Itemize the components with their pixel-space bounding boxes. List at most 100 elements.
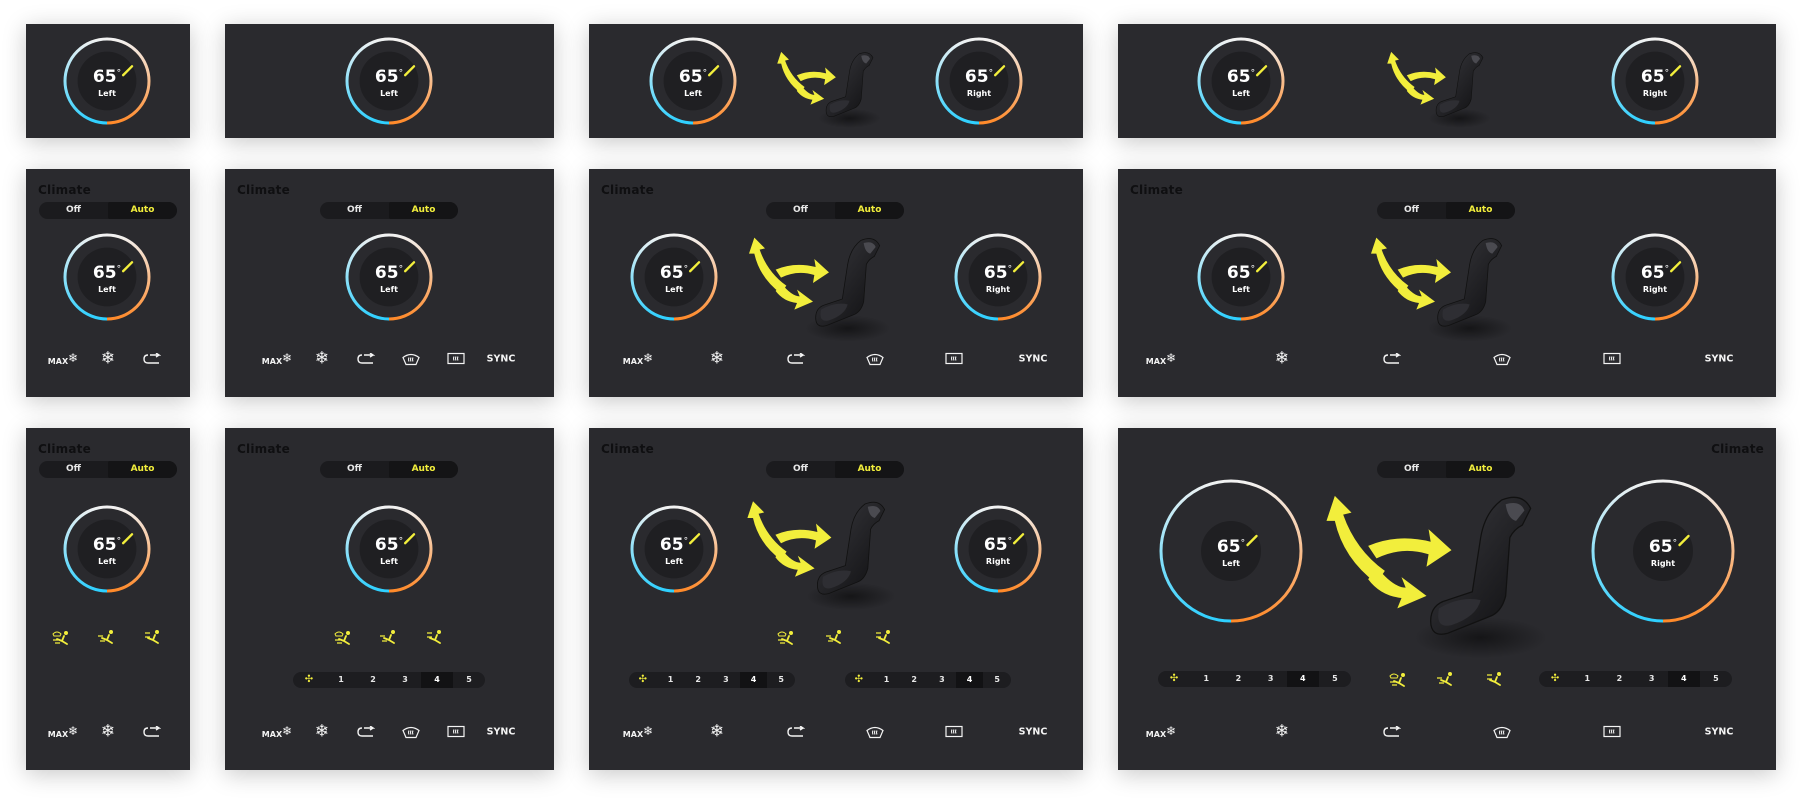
max-ac-button[interactable]: MAX❄ — [262, 725, 292, 739]
off-auto-toggle[interactable]: Off Auto — [766, 461, 904, 478]
ac-button[interactable]: ❄ — [710, 350, 724, 368]
fan-speed-selector[interactable]: ✣ 1 2 3 4 5 — [293, 672, 485, 688]
rear-defrost-button[interactable] — [945, 725, 963, 739]
toggle-auto[interactable]: Auto — [389, 202, 458, 219]
max-ac-button[interactable]: MAX❄ — [48, 725, 78, 739]
off-auto-toggle[interactable]: Off Auto — [1377, 202, 1515, 219]
toggle-off[interactable]: Off — [766, 202, 835, 219]
airflow-face-defrost-button[interactable] — [333, 629, 353, 645]
temperature-dial-left[interactable]: 65° Left — [1194, 34, 1288, 128]
temperature-dial-left[interactable]: 65° Left — [1194, 230, 1288, 324]
off-auto-toggle[interactable]: Off Auto — [39, 202, 177, 219]
recirculation-button[interactable] — [787, 726, 805, 738]
off-auto-toggle[interactable]: Off Auto — [320, 202, 458, 219]
temperature-dial-right[interactable]: 65° Right — [1608, 230, 1702, 324]
toggle-off[interactable]: Off — [39, 461, 108, 478]
sync-button[interactable]: SYNC — [487, 727, 516, 737]
temperature-dial-left[interactable]: 65° Left — [627, 502, 721, 596]
toggle-auto[interactable]: Auto — [108, 461, 177, 478]
fan-level-3[interactable]: 3 — [1636, 671, 1668, 687]
toggle-off[interactable]: Off — [1377, 461, 1446, 478]
airflow-feet-button[interactable] — [143, 629, 163, 645]
temperature-dial-left[interactable]: 65° Left — [1156, 476, 1306, 626]
temperature-dial-right[interactable]: 65° Right — [951, 230, 1045, 324]
max-ac-button[interactable]: MAX❄ — [623, 725, 653, 739]
sync-button[interactable]: SYNC — [487, 354, 516, 364]
temperature-dial-left[interactable]: 65° Left — [60, 34, 154, 128]
fan-level-4[interactable]: 4 — [421, 672, 453, 688]
fan-level-3[interactable]: 3 — [1255, 671, 1287, 687]
front-defrost-button[interactable] — [1493, 726, 1511, 739]
front-defrost-button[interactable] — [402, 726, 420, 739]
toggle-auto[interactable]: Auto — [835, 461, 904, 478]
fan-level-2[interactable]: 2 — [900, 672, 928, 688]
recirculation-button[interactable] — [357, 353, 375, 365]
toggle-auto[interactable]: Auto — [1446, 461, 1515, 478]
toggle-off[interactable]: Off — [39, 202, 108, 219]
fan-level-5[interactable]: 5 — [1700, 671, 1732, 687]
rear-defrost-button[interactable] — [1603, 352, 1621, 366]
off-auto-toggle[interactable]: Off Auto — [1377, 461, 1515, 478]
sync-button[interactable]: SYNC — [1705, 727, 1734, 737]
fan-level-3[interactable]: 3 — [928, 672, 956, 688]
toggle-auto[interactable]: Auto — [1446, 202, 1515, 219]
fan-level-2[interactable]: 2 — [1603, 671, 1635, 687]
airflow-face-defrost-button[interactable] — [776, 629, 796, 645]
ac-button[interactable]: ❄ — [101, 723, 115, 741]
fan-level-4[interactable]: 4 — [1286, 671, 1319, 687]
fan-level-3[interactable]: 3 — [712, 672, 740, 688]
fan-level-5[interactable]: 5 — [983, 672, 1011, 688]
ac-button[interactable]: ❄ — [710, 723, 724, 741]
fan-level-2[interactable]: 2 — [684, 672, 712, 688]
rear-defrost-button[interactable] — [447, 725, 465, 739]
recirculation-button[interactable] — [143, 353, 161, 365]
max-ac-button[interactable]: MAX❄ — [1146, 352, 1176, 366]
temperature-dial-right[interactable]: 65° Right — [932, 34, 1026, 128]
recirculation-button[interactable] — [357, 726, 375, 738]
airflow-face-feet-button[interactable] — [825, 629, 845, 645]
temperature-dial-left[interactable]: 65° Left — [60, 230, 154, 324]
fan-level-5[interactable]: 5 — [767, 672, 795, 688]
toggle-auto[interactable]: Auto — [835, 202, 904, 219]
fan-speed-selector[interactable]: ✣ 1 2 3 4 5 — [629, 672, 795, 688]
max-ac-button[interactable]: MAX❄ — [262, 352, 292, 366]
temperature-dial-left[interactable]: 65° Left — [342, 230, 436, 324]
toggle-off[interactable]: Off — [320, 461, 389, 478]
ac-button[interactable]: ❄ — [101, 350, 115, 368]
ac-button[interactable]: ❄ — [1275, 350, 1289, 368]
sync-button[interactable]: SYNC — [1019, 354, 1048, 364]
ac-button[interactable]: ❄ — [1275, 723, 1289, 741]
airflow-face-defrost-button[interactable] — [1388, 671, 1408, 687]
toggle-auto[interactable]: Auto — [389, 461, 458, 478]
airflow-feet-button[interactable] — [425, 629, 445, 645]
off-auto-toggle[interactable]: Off Auto — [39, 461, 177, 478]
front-defrost-button[interactable] — [866, 353, 884, 366]
max-ac-button[interactable]: MAX❄ — [48, 352, 78, 366]
recirculation-button[interactable] — [1383, 353, 1401, 365]
off-auto-toggle[interactable]: Off Auto — [766, 202, 904, 219]
airflow-feet-button[interactable] — [1485, 671, 1505, 687]
fan-level-5[interactable]: 5 — [1319, 671, 1351, 687]
fan-level-1[interactable]: 1 — [325, 672, 357, 688]
airflow-face-defrost-button[interactable] — [51, 629, 71, 645]
off-auto-toggle[interactable]: Off Auto — [320, 461, 458, 478]
temperature-dial-right[interactable]: 65° Right — [1588, 476, 1738, 626]
ac-button[interactable]: ❄ — [315, 723, 329, 741]
temperature-dial-left[interactable]: 65° Left — [627, 230, 721, 324]
airflow-feet-button[interactable] — [874, 629, 894, 645]
fan-speed-selector[interactable]: ✣ 1 2 3 4 5 — [1158, 671, 1351, 687]
fan-speed-selector[interactable]: ✣ 1 2 3 4 5 — [845, 672, 1011, 688]
recirculation-button[interactable] — [143, 726, 161, 738]
temperature-dial-left[interactable]: 65° Left — [342, 502, 436, 596]
temperature-dial-left[interactable]: 65° Left — [60, 502, 154, 596]
rear-defrost-button[interactable] — [447, 352, 465, 366]
toggle-auto[interactable]: Auto — [108, 202, 177, 219]
fan-speed-selector[interactable]: ✣ 1 2 3 4 5 — [1539, 671, 1732, 687]
airflow-face-feet-button[interactable] — [379, 629, 399, 645]
max-ac-button[interactable]: MAX❄ — [623, 352, 653, 366]
fan-level-4[interactable]: 4 — [1667, 671, 1700, 687]
rear-defrost-button[interactable] — [945, 352, 963, 366]
fan-level-5[interactable]: 5 — [453, 672, 485, 688]
toggle-off[interactable]: Off — [1377, 202, 1446, 219]
sync-button[interactable]: SYNC — [1019, 727, 1048, 737]
